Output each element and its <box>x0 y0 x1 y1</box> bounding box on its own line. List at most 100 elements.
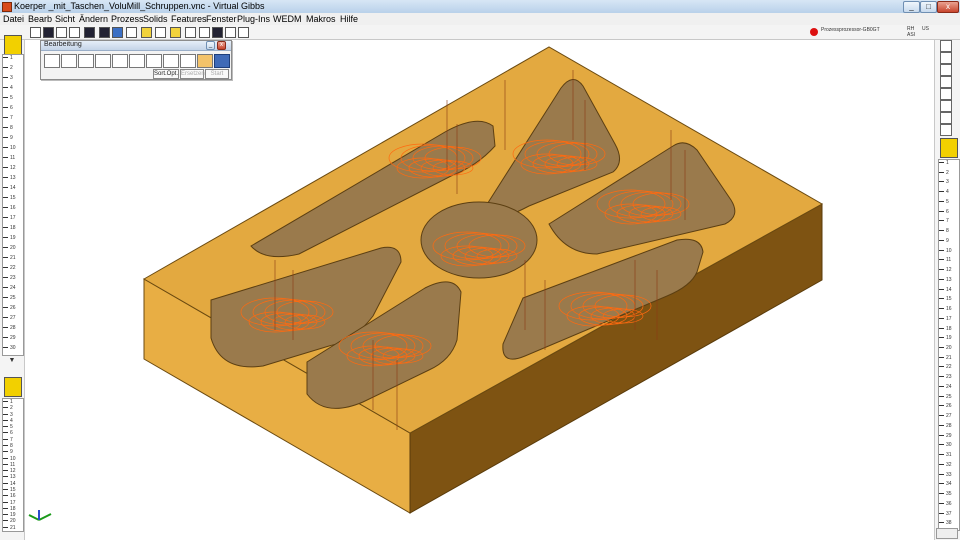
ruler-tick <box>939 230 944 232</box>
contour-button[interactable] <box>44 54 60 68</box>
shade-icon[interactable] <box>940 112 952 124</box>
ruler-tick <box>3 476 8 478</box>
ruler-label: 20 <box>10 518 16 525</box>
ruler-bottom-block[interactable] <box>4 377 22 397</box>
scroll-down-icon[interactable]: ▼ <box>5 357 19 365</box>
pocket-button[interactable] <box>61 54 77 68</box>
minimize-icon[interactable]: _ <box>903 1 920 13</box>
corner-scroll[interactable] <box>936 528 958 539</box>
tool-icon[interactable] <box>69 27 80 38</box>
ruler-label: 14 <box>946 286 952 293</box>
ruler-label: 27 <box>10 315 16 321</box>
verify-icon[interactable] <box>185 27 196 38</box>
units-bottom: ASI <box>907 32 916 38</box>
ruler-tick <box>3 482 8 484</box>
slot-button[interactable] <box>95 54 111 68</box>
face-button[interactable] <box>78 54 94 68</box>
new-icon[interactable] <box>940 40 952 52</box>
sort-opt-button[interactable]: Sort.Opt. <box>153 69 179 79</box>
thread-button[interactable] <box>129 54 145 68</box>
ruler-tick <box>939 269 944 271</box>
chart-icon[interactable] <box>940 76 952 88</box>
ruler-label: 16 <box>10 205 16 211</box>
mark-icon[interactable] <box>940 124 952 136</box>
maximize-icon[interactable]: □ <box>920 1 937 13</box>
shape-icon[interactable] <box>56 27 67 38</box>
ruler-label: 18 <box>10 505 16 512</box>
select-icon[interactable] <box>30 27 41 38</box>
menu-hilfe[interactable]: Hilfe <box>340 14 358 24</box>
ruler-label: 26 <box>946 403 952 410</box>
ruler-tick <box>939 356 944 358</box>
ruler-label: 28 <box>10 325 16 331</box>
ruler-label: 35 <box>946 491 952 498</box>
right-ruler-block[interactable] <box>940 138 958 158</box>
menu-plugins[interactable]: Plug-Ins <box>237 14 270 24</box>
ruler-bottom[interactable]: 1 2 3 4 5 6 7 8 9 10 11 12 13 14 15 16 17 18 19 20 21 <box>2 398 24 532</box>
menu-prozess[interactable]: Prozess <box>111 14 144 24</box>
drill-button[interactable] <box>112 54 128 68</box>
render-icon[interactable] <box>99 27 110 38</box>
pen-icon[interactable] <box>940 64 952 76</box>
panel-close-icon[interactable]: x <box>217 41 226 50</box>
mill-button[interactable] <box>180 54 196 68</box>
right-toolbar: 1 2 3 4 5 6 7 8 9 10 11 12 13 14 15 16 17 18 19 20 21 22 23 24 2… <box>934 40 960 540</box>
help-icon[interactable] <box>238 27 249 38</box>
ruler-tick <box>3 401 8 402</box>
ruler-label: 15 <box>10 487 16 493</box>
plot-icon[interactable] <box>212 27 223 38</box>
menu-datei[interactable]: Datei <box>3 14 24 24</box>
ruler-top-block[interactable] <box>4 35 22 55</box>
ruler-label: 19 <box>10 235 16 241</box>
layer-icon[interactable] <box>940 100 952 112</box>
ruler-tick <box>939 366 944 368</box>
axis-triad-icon <box>28 510 52 521</box>
stop-icon[interactable] <box>810 28 818 36</box>
process-icon[interactable] <box>84 27 95 38</box>
ruler-right[interactable]: 1 2 3 4 5 6 7 8 9 10 11 12 13 14 15 16 17 18 19 20 21 22 23 24 2… <box>938 159 960 531</box>
ruler-label: 1 <box>946 160 949 166</box>
panel-minimize-icon[interactable]: _ <box>206 41 215 50</box>
ruler-label: 23 <box>10 275 16 281</box>
solid-icon[interactable] <box>141 27 152 38</box>
menu-solids[interactable]: Solids <box>143 14 168 24</box>
ruler-label: 17 <box>946 315 952 322</box>
volumill-button[interactable] <box>197 54 213 68</box>
ruler-tick <box>3 438 8 440</box>
feature-icon[interactable] <box>170 27 181 38</box>
verify-button[interactable] <box>214 54 230 68</box>
menu-bearb[interactable]: Bearb <box>28 14 52 24</box>
zoom-icon[interactable] <box>225 27 236 38</box>
ruler-label: 37 <box>946 510 952 517</box>
ruler-label: 12 <box>946 267 952 274</box>
menu-features[interactable]: Features <box>171 14 207 24</box>
ruler-label: 15 <box>10 195 16 201</box>
ruler-label: 31 <box>946 452 952 459</box>
graphics-canvas[interactable] <box>25 40 934 540</box>
ersetzen-button[interactable]: Ersetzen <box>180 69 205 79</box>
menu-wedm[interactable]: WEDM <box>273 14 302 24</box>
geometry-icon[interactable] <box>43 27 54 38</box>
menu-fenster[interactable]: Fenster <box>206 14 237 24</box>
undo-icon[interactable] <box>155 27 166 38</box>
engrave-button[interactable] <box>146 54 162 68</box>
menu-sicht[interactable]: Sicht <box>55 14 75 24</box>
sketch-icon[interactable] <box>199 27 210 38</box>
ruler-tick <box>939 512 944 514</box>
view-icon[interactable] <box>112 27 123 38</box>
ruler-label: 29 <box>10 335 16 341</box>
start-button[interactable]: Start <box>205 69 229 79</box>
ruler-tick <box>3 157 8 158</box>
ruler-label: 11 <box>946 257 952 264</box>
surface-icon[interactable] <box>940 88 952 100</box>
ruler-top[interactable]: 1 2 3 4 5 6 7 8 9 10 11 12 13 14 15 16 17 18 19 20 21 22 23 24 2… <box>2 54 24 356</box>
ruler-label: 7 <box>10 436 13 443</box>
surface-button[interactable] <box>163 54 179 68</box>
close-icon[interactable]: x <box>937 1 959 13</box>
ruler-tick <box>939 434 944 436</box>
edit-icon[interactable] <box>940 52 952 64</box>
menu-makros[interactable]: Makros <box>306 14 336 24</box>
menu-aendern[interactable]: Ändern <box>79 14 108 24</box>
ruler-label: 14 <box>10 185 16 191</box>
print-icon[interactable] <box>126 27 137 38</box>
